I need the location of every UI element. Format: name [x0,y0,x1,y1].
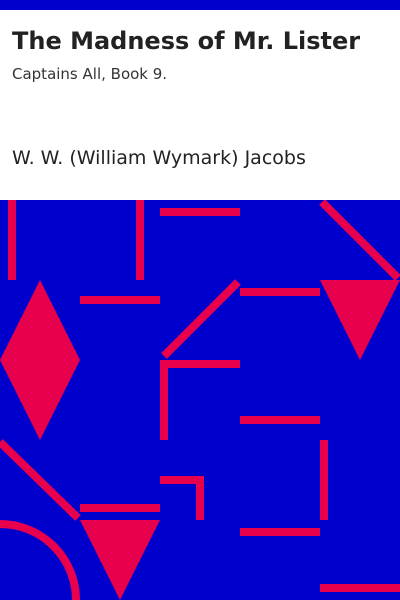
top-color-band [0,0,400,10]
book-title: The Madness of Mr. Lister [12,27,361,55]
book-author: W. W. (William Wymark) Jacobs [12,147,306,169]
book-cover: The Madness of Mr. Lister Captains All, … [0,0,400,600]
book-subtitle: Captains All, Book 9. [12,65,168,83]
cover-pattern-art [0,200,400,600]
